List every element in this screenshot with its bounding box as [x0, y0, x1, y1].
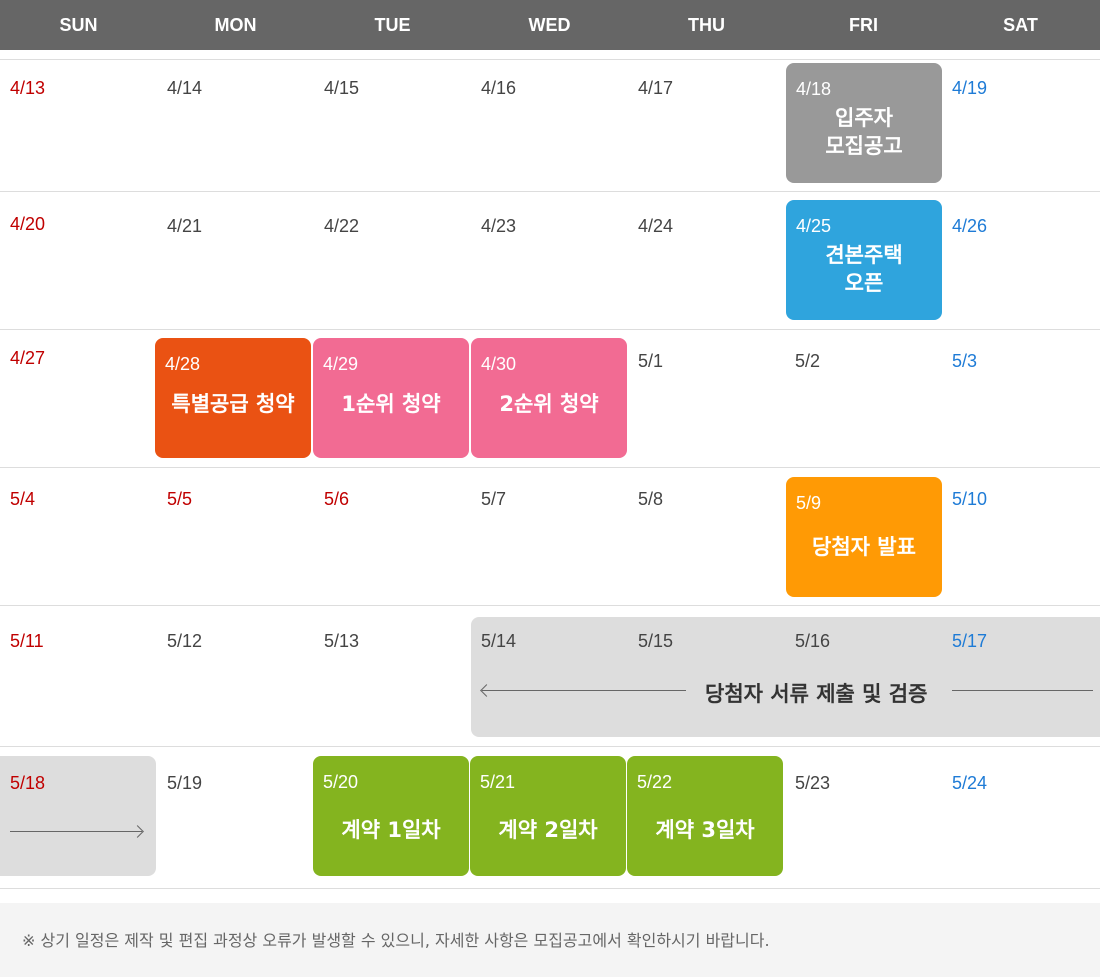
date-cell: 5/3 [952, 351, 978, 371]
event-contract-day2[interactable]: 5/21 계약 2일차 [470, 756, 626, 876]
date-cell: 4/19 [952, 78, 988, 98]
arrow-line-icon [952, 690, 1093, 691]
event-date: 4/29 [323, 354, 359, 374]
weekday-thu: THU [688, 15, 725, 35]
row-divider [0, 59, 1100, 60]
date-cell: 5/8 [638, 489, 664, 509]
date-cell: 4/22 [324, 216, 360, 236]
event-winner-announcement[interactable]: 5/9 당첨자 발표 [786, 477, 942, 597]
weekday-fri: FRI [849, 15, 878, 35]
event-notice-posting[interactable]: 4/18 입주자 모집공고 [786, 63, 942, 183]
date-cell: 5/6 [324, 489, 350, 509]
weekday-header: SUN MON TUE WED THU FRI SAT [0, 0, 1100, 50]
date-cell: 5/13 [324, 631, 360, 651]
event-first-priority[interactable]: 4/29 1순위 청약 [313, 338, 469, 458]
date-cell: 4/15 [324, 78, 360, 98]
event-title: 당첨자 발표 [812, 535, 916, 559]
date-cell: 5/16 [795, 631, 831, 651]
date-cell: 4/26 [952, 216, 988, 236]
weekday-tue: TUE [374, 15, 411, 35]
event-title: 계약 3일차 [655, 818, 755, 842]
event-date: 4/30 [481, 354, 517, 374]
date-cell: 5/23 [795, 773, 831, 793]
date-cell: 5/11 [10, 631, 44, 651]
date-cell: 4/23 [481, 216, 517, 236]
date-cell: 4/17 [638, 78, 674, 98]
event-contract-day3[interactable]: 5/22 계약 3일차 [627, 756, 783, 876]
event-title: 계약 1일차 [341, 818, 441, 842]
event-date: 4/25 [796, 216, 832, 236]
event-title: 입주자 모집공고 [825, 106, 903, 158]
row-divider [0, 329, 1100, 330]
weekday-wed: WED [528, 15, 571, 35]
event-title: 2순위 청약 [499, 392, 599, 416]
date-cell: 4/13 [10, 78, 46, 98]
date-cell: 4/16 [481, 78, 517, 98]
event-title: 견본주택 오픈 [825, 243, 903, 295]
date-cell: 4/24 [638, 216, 674, 236]
weekday-mon: MON [214, 15, 257, 35]
date-cell: 4/21 [167, 216, 203, 236]
date-cell: 5/4 [10, 489, 36, 509]
event-title: 특별공급 청약 [171, 392, 295, 416]
event-title: 계약 2일차 [498, 818, 598, 842]
arrow-left-icon [482, 690, 686, 691]
date-cell: 4/20 [10, 214, 46, 234]
event-contract-day1[interactable]: 5/20 계약 1일차 [313, 756, 469, 876]
date-cell: 5/12 [167, 631, 203, 651]
date-cell: 5/17 [952, 631, 988, 651]
notice-box: ※ 상기 일정은 제작 및 편집 과정상 오류가 발생할 수 있으니, 자세한 … [0, 903, 1100, 977]
event-date: 5/20 [323, 772, 359, 792]
event-date: 5/9 [796, 493, 822, 513]
event-second-priority[interactable]: 4/30 2순위 청약 [471, 338, 627, 458]
event-date: 5/21 [480, 772, 516, 792]
event-date: 4/28 [165, 354, 201, 374]
event-document-submission[interactable] [471, 617, 1100, 737]
date-cell: 4/14 [167, 78, 203, 98]
event-date: 5/22 [637, 772, 673, 792]
event-title: 당첨자 서류 제출 및 검증 [705, 682, 928, 706]
weekday-sun: SUN [59, 15, 98, 35]
date-cell: 4/27 [10, 348, 46, 368]
date-cell: 5/15 [638, 631, 674, 651]
date-cell: 5/7 [481, 489, 507, 509]
arrow-right-icon [10, 831, 142, 832]
event-title: 1순위 청약 [341, 392, 441, 416]
notice-text: ※ 상기 일정은 제작 및 편집 과정상 오류가 발생할 수 있으니, 자세한 … [22, 931, 770, 950]
date-cell: 5/2 [795, 351, 821, 371]
event-special-supply[interactable]: 4/28 특별공급 청약 [155, 338, 311, 458]
date-cell: 5/18 [10, 773, 46, 793]
row-divider [0, 467, 1100, 468]
weekday-sat: SAT [1003, 15, 1038, 35]
row-divider [0, 746, 1100, 747]
event-date: 4/18 [796, 79, 832, 99]
date-cell: 5/19 [167, 773, 203, 793]
date-cell: 5/14 [481, 631, 517, 651]
row-divider [0, 605, 1100, 606]
date-cell: 5/5 [167, 489, 193, 509]
date-cell: 5/24 [952, 773, 988, 793]
event-model-house-open[interactable]: 4/25 견본주택 오픈 [786, 200, 942, 320]
row-divider [0, 888, 1100, 889]
row-divider [0, 191, 1100, 192]
date-cell: 5/10 [952, 489, 988, 509]
date-cell: 5/1 [638, 351, 664, 371]
